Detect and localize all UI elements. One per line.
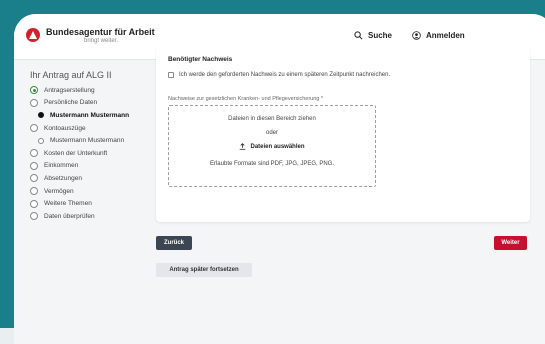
device-frame: Bundesagentur für Arbeit bringt weiter. … [0, 0, 545, 344]
dropzone-text: Dateien in diesen Bereich ziehen [228, 116, 316, 122]
sidebar-step-mustermann-sub[interactable]: Mustermann Mustermann [30, 134, 160, 147]
step-open-icon [30, 199, 38, 208]
step-label: Kosten der Unterkunft [44, 149, 108, 157]
select-files-label: Dateien auswählen [250, 143, 305, 150]
step-open-icon [30, 149, 38, 158]
upload-icon [240, 143, 246, 150]
step-label: Absetzungen [44, 174, 82, 182]
dropzone-or: oder [265, 130, 278, 136]
sidebar-title: Ihr Antrag auf ALG II [30, 70, 112, 80]
step-label: Persönliche Daten [44, 99, 98, 107]
upload-field-label: Nachweise zur gesetzlichen Kranken- und … [168, 96, 324, 102]
progress-sidebar: Ihr Antrag auf ALG II Antragserstellung … [30, 70, 160, 223]
back-button[interactable]: Zurück [156, 236, 192, 250]
login-label: Anmelden [426, 31, 465, 40]
step-complete-icon [30, 86, 38, 95]
step-label: Mustermann Mustermann [50, 111, 130, 119]
section-title: Benötigter Nachweis [168, 56, 233, 63]
sidebar-step-kosten-unterkunft[interactable]: Kosten der Unterkunft [30, 147, 160, 160]
step-open-icon [30, 161, 38, 170]
search-label: Suche [368, 31, 393, 40]
allowed-formats: Erlaubte Formate sind PDF, JPG, JPEG, PN… [209, 161, 335, 167]
step-label: Antragserstellung [44, 86, 95, 94]
sidebar-step-absetzungen[interactable]: Absetzungen [30, 172, 160, 185]
sidebar-step-vermoegen[interactable]: Vermögen [30, 185, 160, 198]
step-open-icon [30, 124, 38, 133]
step-label: Weitere Themen [44, 200, 92, 208]
step-current-icon [38, 112, 44, 119]
ba-logo-icon [26, 28, 40, 42]
next-button[interactable]: Weiter [494, 236, 527, 250]
brand-tagline: bringt weiter. [84, 38, 119, 44]
user-icon [412, 31, 421, 40]
step-open-icon [30, 187, 38, 196]
sidebar-step-einkommen[interactable]: Einkommen [30, 160, 160, 173]
search-button[interactable]: Suche [354, 31, 392, 40]
step-label: Mustermann Mustermann [50, 137, 125, 145]
submit-later-checkbox-row[interactable]: Ich werde den geforderten Nachweis zu ei… [168, 71, 398, 79]
sidebar-step-kontoauszuege[interactable]: Kontoauszüge [30, 122, 160, 135]
submit-later-label[interactable]: Ich werde den geforderten Nachweis zu ei… [179, 71, 390, 79]
step-open-icon [30, 174, 38, 183]
save-later-button[interactable]: Antrag später fortsetzen [156, 263, 252, 277]
document-upload-panel: Benötigter Nachweis Ich werde den geford… [156, 46, 530, 222]
file-dropzone[interactable]: Dateien in diesen Bereich ziehen oder Da… [168, 105, 376, 187]
select-files-button[interactable]: Dateien auswählen [169, 143, 375, 150]
step-open-icon [30, 212, 38, 221]
step-label: Vermögen [44, 187, 74, 195]
sidebar-step-persoenliche-daten[interactable]: Persönliche Daten [30, 97, 160, 110]
step-label: Einkommen [44, 162, 79, 170]
step-open-icon [38, 137, 44, 144]
sidebar-step-antragserstellung[interactable]: Antragserstellung [30, 84, 160, 97]
app-window: Bundesagentur für Arbeit bringt weiter. … [14, 14, 545, 344]
step-label: Daten überprüfen [44, 212, 95, 220]
sidebar-step-daten-ueberpruefen[interactable]: Daten überprüfen [30, 210, 160, 223]
step-open-icon [30, 98, 38, 107]
sidebar-step-mustermann-active[interactable]: Mustermann Mustermann [30, 109, 160, 122]
search-icon [354, 31, 363, 40]
brand-name[interactable]: Bundesagentur für Arbeit [46, 27, 155, 37]
submit-later-checkbox[interactable] [168, 72, 174, 78]
login-button[interactable]: Anmelden [412, 31, 465, 40]
step-label: Kontoauszüge [44, 124, 86, 132]
sidebar-step-weitere-themen[interactable]: Weitere Themen [30, 197, 160, 210]
